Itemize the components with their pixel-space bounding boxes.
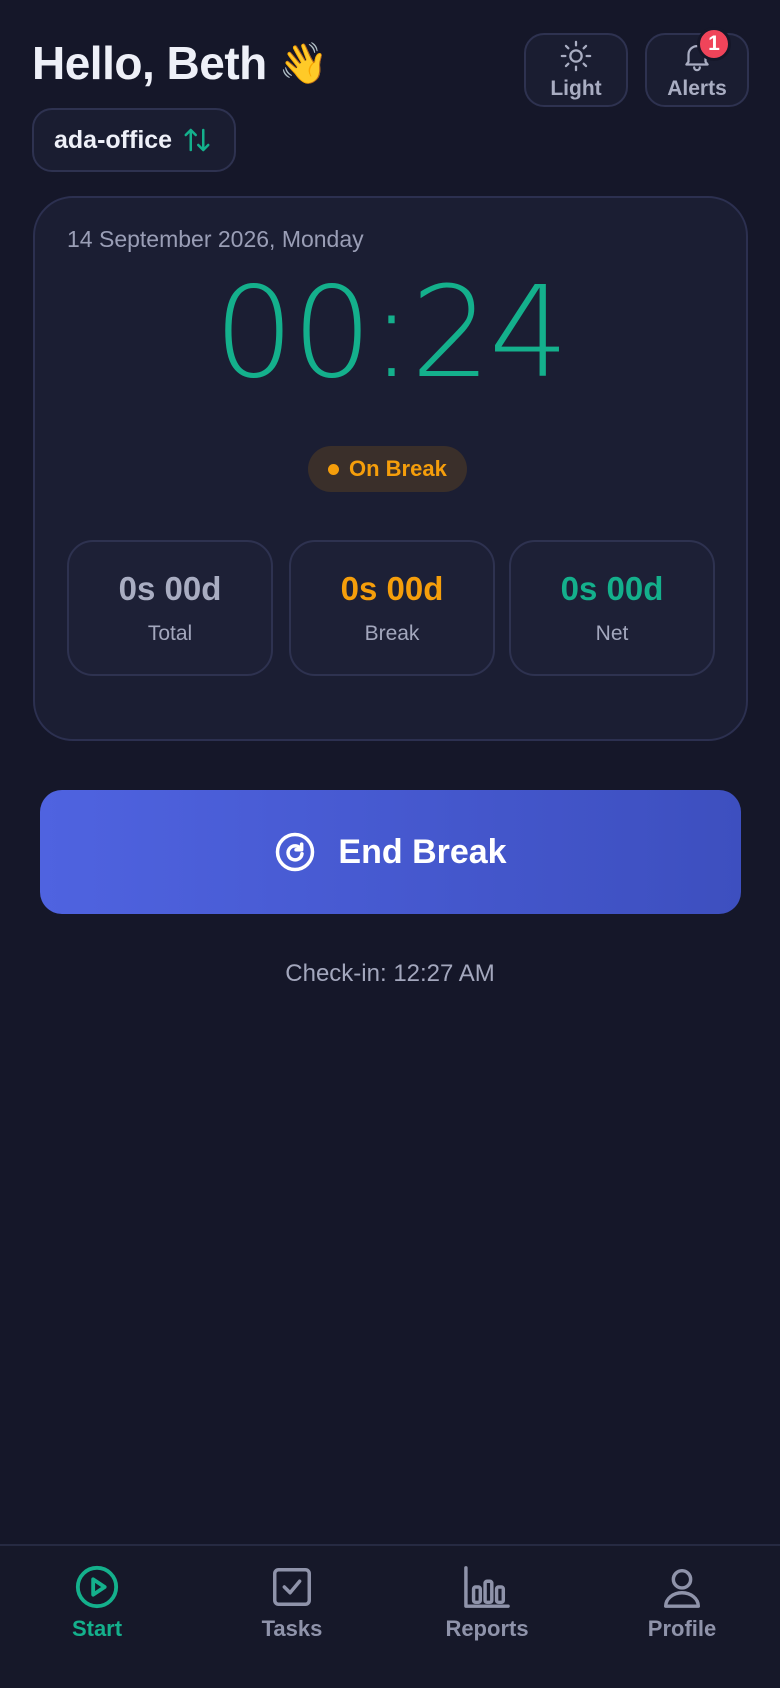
status-badge: On Break bbox=[308, 446, 467, 492]
end-break-label: End Break bbox=[338, 832, 507, 871]
stat-total: 0s 00d Total bbox=[67, 540, 273, 676]
wave-emoji: 👋 bbox=[278, 41, 329, 86]
timer-card: 14 September 2026, Monday 00:24 On Break… bbox=[33, 196, 748, 741]
stat-break-label: Break bbox=[364, 622, 420, 645]
nav-item-profile[interactable]: Profile bbox=[607, 1564, 757, 1642]
status-dot bbox=[328, 463, 339, 475]
restart-icon bbox=[276, 832, 315, 872]
stat-net-value: 0s 00d bbox=[560, 570, 664, 607]
nav-label-reports: Reports bbox=[445, 1616, 529, 1641]
stat-total-value: 0s 00d bbox=[118, 570, 222, 607]
theme-toggle-button[interactable]: Light bbox=[524, 33, 628, 107]
stat-total-label: Total bbox=[147, 622, 193, 645]
user-icon bbox=[663, 1568, 701, 1608]
theme-toggle-label: Light bbox=[550, 77, 602, 100]
nav-item-reports[interactable]: Reports bbox=[412, 1564, 562, 1642]
stat-net: 0s 00d Net bbox=[509, 540, 715, 676]
play-circle-icon bbox=[75, 1565, 119, 1609]
nav-label-tasks: Tasks bbox=[261, 1616, 323, 1641]
nav-label-profile: Profile bbox=[647, 1616, 717, 1641]
bar-chart-icon bbox=[464, 1566, 510, 1608]
stat-break: 0s 00d Break bbox=[289, 540, 495, 676]
bottom-nav: Start Tasks Reports Profile bbox=[0, 1544, 780, 1688]
nav-item-start[interactable]: Start bbox=[22, 1564, 172, 1642]
checkbox-icon bbox=[273, 1568, 311, 1606]
app-screen: Hello, Beth 👋 Light Alerts 1 ada-office … bbox=[0, 0, 780, 1688]
status-text: On Break bbox=[349, 456, 447, 481]
office-switcher[interactable]: ada-office bbox=[32, 108, 237, 172]
checkin-time: Check-in: 12:27 AM bbox=[285, 960, 495, 987]
nav-label-start: Start bbox=[71, 1616, 123, 1641]
timer-display: 00:24 bbox=[213, 259, 569, 406]
current-date: 14 September 2026, Monday bbox=[67, 226, 364, 252]
nav-item-tasks[interactable]: Tasks bbox=[217, 1564, 367, 1642]
alerts-badge: 1 bbox=[697, 27, 731, 61]
end-break-button[interactable]: End Break bbox=[40, 790, 741, 914]
sun-icon bbox=[560, 40, 592, 72]
office-name: ada-office bbox=[54, 125, 173, 154]
greeting: Hello, Beth 👋 bbox=[32, 36, 329, 90]
greeting-text: Hello, Beth bbox=[32, 37, 267, 89]
stat-break-value: 0s 00d bbox=[340, 570, 444, 607]
swap-vertical-icon bbox=[184, 128, 210, 152]
alerts-button[interactable]: Alerts 1 bbox=[645, 27, 749, 107]
stat-net-label: Net bbox=[595, 622, 629, 645]
alerts-label: Alerts bbox=[667, 77, 727, 100]
